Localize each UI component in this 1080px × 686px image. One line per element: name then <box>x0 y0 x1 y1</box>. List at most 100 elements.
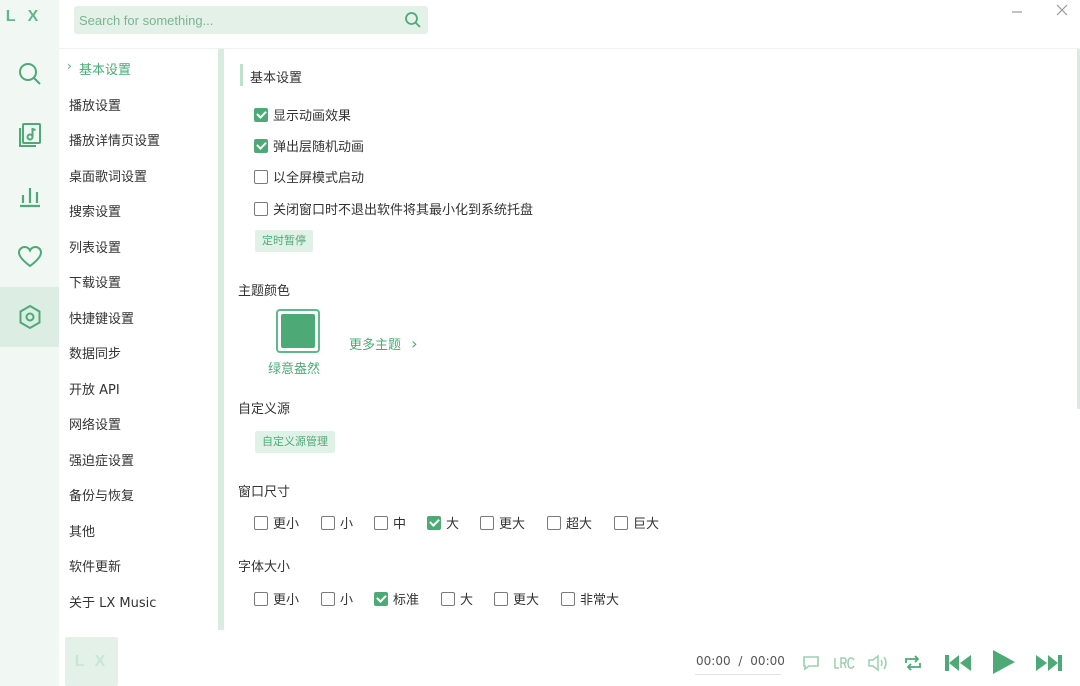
nav-item-backup[interactable]: 备份与恢复 <box>69 485 134 504</box>
checkbox-label: 显示动画效果 <box>273 109 352 124</box>
checkbox-label: 更大 <box>513 593 540 608</box>
play-button[interactable] <box>987 647 1019 677</box>
window-size-medium[interactable]: 中 <box>374 513 406 532</box>
checkbox-box <box>614 515 628 530</box>
checkbox-box <box>254 515 268 530</box>
search-input[interactable] <box>74 6 394 34</box>
app-logo: L X <box>5 8 43 25</box>
minimize-button[interactable] <box>1004 0 1030 20</box>
nav-item-play-detail[interactable]: 播放详情页设置 <box>69 130 160 149</box>
nav-item-open-api[interactable]: 开放 API <box>69 379 120 398</box>
search-bar <box>74 6 428 34</box>
close-button[interactable] <box>1049 0 1075 20</box>
section-title-theme: 主题颜色 <box>238 284 291 299</box>
close-icon <box>1056 4 1068 16</box>
next-button[interactable] <box>1033 649 1065 677</box>
window-size-large[interactable]: 大 <box>427 513 459 532</box>
checkbox-box <box>374 591 388 606</box>
checkbox-box <box>254 591 268 606</box>
checkbox-box <box>321 515 335 530</box>
nav-item-search[interactable]: 搜索设置 <box>69 201 121 220</box>
checkbox-box <box>321 591 335 606</box>
comment-button[interactable] <box>800 652 822 674</box>
window-size-small[interactable]: 小 <box>321 513 353 532</box>
chevron-right-icon: › <box>411 334 418 353</box>
source-manage-button[interactable]: 自定义源管理 <box>255 431 335 453</box>
settings-nav: › 基本设置 播放设置 播放详情页设置 桌面歌词设置 搜索设置 列表设置 下载设… <box>59 49 219 630</box>
font-size-large[interactable]: 大 <box>441 589 473 608</box>
more-themes-link[interactable]: 更多主题 › <box>349 334 418 353</box>
checkbox-label: 以全屏模式启动 <box>273 171 365 186</box>
window-size-smaller[interactable]: 更小 <box>254 513 299 532</box>
rail-settings-button[interactable] <box>0 287 59 347</box>
theme-swatch[interactable] <box>276 309 320 353</box>
timer-pause-button[interactable]: 定时暂停 <box>255 230 313 252</box>
checkbox-random-popup-animation[interactable]: 弹出层随机动画 <box>254 136 364 155</box>
theme-name: 绿意盎然 <box>268 362 321 377</box>
nav-item-desktop-lyric[interactable]: 桌面歌词设置 <box>69 166 147 185</box>
checkbox-box <box>441 591 455 606</box>
time-current: 00:00 <box>696 654 731 668</box>
lyric-icon <box>834 657 855 669</box>
font-size-very-large[interactable]: 非常大 <box>561 589 619 608</box>
nav-item-network[interactable]: 网络设置 <box>69 414 121 433</box>
left-rail: L X <box>0 0 59 686</box>
window-size-huge[interactable]: 巨大 <box>614 513 659 532</box>
music-list-icon <box>18 123 41 147</box>
nav-item-other[interactable]: 其他 <box>69 521 95 540</box>
font-size-small[interactable]: 小 <box>321 589 353 608</box>
checkbox-box <box>494 591 508 606</box>
nav-item-ocd[interactable]: 强迫症设置 <box>69 450 134 469</box>
font-size-larger[interactable]: 更大 <box>494 589 539 608</box>
loop-mode-button[interactable] <box>901 652 925 674</box>
time-total: 00:00 <box>750 654 785 668</box>
repeat-icon <box>905 655 921 671</box>
font-size-standard[interactable]: 标准 <box>374 589 419 608</box>
checkbox-start-fullscreen[interactable]: 以全屏模式启动 <box>254 167 364 186</box>
play-time: 00:00 / 00:00 <box>696 654 785 668</box>
comment-icon <box>803 656 819 671</box>
checkbox-box <box>254 169 268 184</box>
album-cover[interactable]: L X <box>65 637 118 686</box>
nav-item-list[interactable]: 列表设置 <box>69 237 121 256</box>
checkbox-show-animation[interactable]: 显示动画效果 <box>254 105 351 124</box>
checkbox-label: 非常大 <box>580 593 620 608</box>
checkbox-box <box>480 515 494 530</box>
search-icon[interactable] <box>404 11 422 29</box>
rail-favorites-button[interactable] <box>0 227 59 287</box>
nav-item-download[interactable]: 下载设置 <box>69 272 121 291</box>
volume-button[interactable] <box>866 652 890 674</box>
rail-search-button[interactable] <box>0 44 59 104</box>
more-themes-label: 更多主题 <box>349 338 402 353</box>
rail-leaderboard-button[interactable] <box>0 166 59 226</box>
section-marker <box>240 64 243 86</box>
nav-item-label: 基本设置 <box>79 63 132 78</box>
section-title-window-size: 窗口尺寸 <box>238 485 291 500</box>
checkbox-label: 小 <box>340 517 354 532</box>
nav-item-play[interactable]: 播放设置 <box>69 95 121 114</box>
checkbox-box <box>254 107 268 122</box>
checkbox-minimize-to-tray[interactable]: 关闭窗口时不退出软件将其最小化到系统托盘 <box>254 199 533 218</box>
window-size-larger[interactable]: 更大 <box>480 513 525 532</box>
window-size-extra-large[interactable]: 超大 <box>547 513 592 532</box>
desktop-lyric-button[interactable] <box>832 652 858 674</box>
search-icon <box>18 63 41 85</box>
nav-item-sync[interactable]: 数据同步 <box>69 343 121 362</box>
checkbox-label: 更小 <box>273 593 300 608</box>
rail-songlist-button[interactable] <box>0 105 59 165</box>
section-title-font-size: 字体大小 <box>238 560 291 575</box>
nav-item-basic[interactable]: › 基本设置 <box>67 59 132 78</box>
nav-item-about[interactable]: 关于 LX Music <box>69 592 156 611</box>
checkbox-label: 关闭窗口时不退出软件将其最小化到系统托盘 <box>273 203 534 218</box>
heart-icon <box>17 245 42 268</box>
checkbox-box <box>427 515 441 530</box>
previous-button[interactable] <box>942 649 974 677</box>
app-window: L X Search for something... › 基本设置 播放设置 … <box>0 0 1080 686</box>
nav-item-update[interactable]: 软件更新 <box>69 556 121 575</box>
checkbox-box <box>254 138 268 153</box>
play-icon <box>993 650 1015 674</box>
nav-item-hotkey[interactable]: 快捷键设置 <box>69 308 134 327</box>
progress-bar[interactable] <box>695 674 781 675</box>
font-size-smaller[interactable]: 更小 <box>254 589 299 608</box>
leaderboard-icon <box>19 188 40 208</box>
